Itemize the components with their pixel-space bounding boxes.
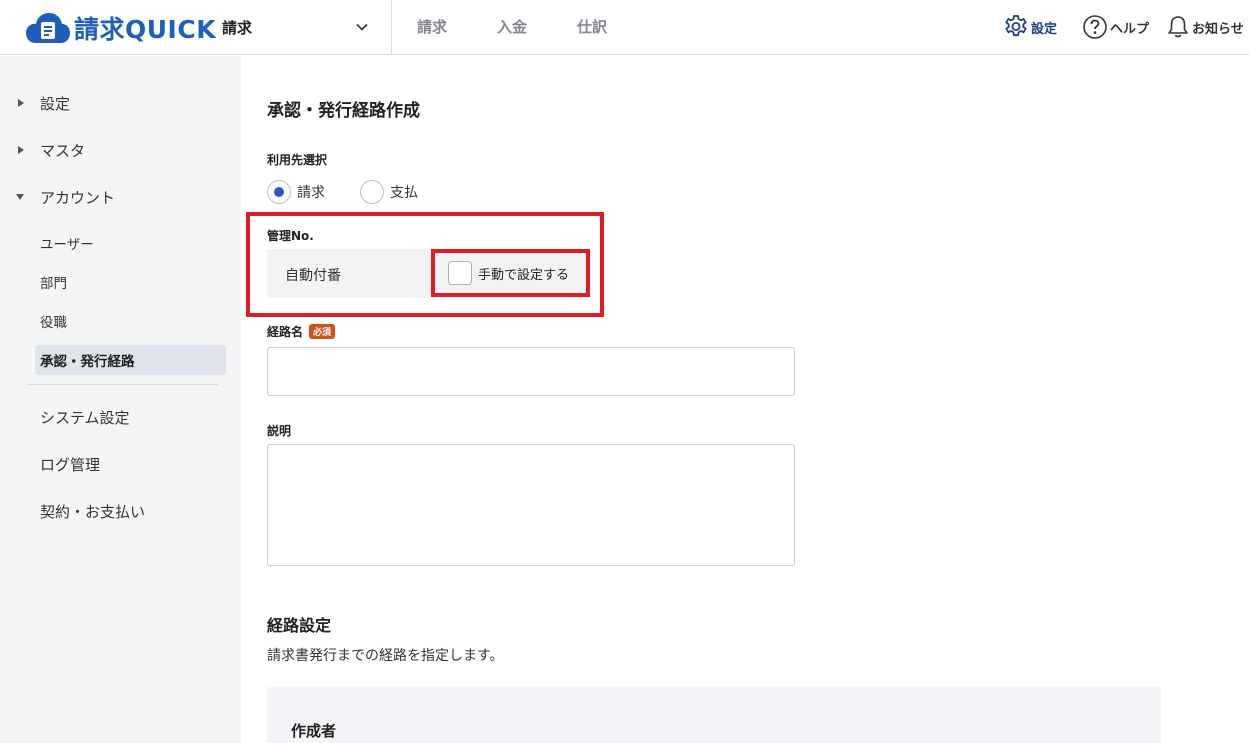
cloud-document-icon xyxy=(26,13,70,43)
sidebar-item-approval-routes[interactable]: 承認・発行経路 xyxy=(35,345,226,375)
module-select[interactable]: 請求 xyxy=(222,13,372,41)
sidebar-divider xyxy=(27,384,218,385)
sidebar: 設定 マスタ アカウント ユーザー 部門 役職 承認・発行経路 システム設定 ロ… xyxy=(0,56,241,743)
sidebar-item-positions[interactable]: 役職 xyxy=(35,306,226,336)
radio-label: 請求 xyxy=(297,185,325,201)
tab-invoice[interactable]: 請求 xyxy=(417,16,447,37)
chevron-down-icon xyxy=(356,23,368,31)
sidebar-item-contract-payment[interactable]: 契約・お支払い xyxy=(0,496,241,526)
logo-text: 請求QUICK xyxy=(74,15,217,44)
caret-down-icon xyxy=(16,194,24,200)
tab-payment-received[interactable]: 入金 xyxy=(497,16,527,37)
sidebar-item-system-settings[interactable]: システム設定 xyxy=(0,402,241,432)
tab-journal[interactable]: 仕訳 xyxy=(577,16,607,37)
module-select-value: 請求 xyxy=(222,18,253,37)
sidebar-group-account[interactable]: アカウント xyxy=(0,182,241,212)
manual-setting-checkbox[interactable]: 手動で設定する xyxy=(448,261,569,285)
usage-radio-payment[interactable]: 支払 xyxy=(360,180,418,204)
notifications-button[interactable]: お知らせ xyxy=(1166,12,1244,42)
sidebar-group-master[interactable]: マスタ xyxy=(0,135,241,165)
sidebar-item-label: 承認・発行経路 xyxy=(40,354,135,370)
description-textarea[interactable] xyxy=(267,444,795,566)
header-divider xyxy=(391,0,392,55)
usage-label: 利用先選択 xyxy=(267,153,328,167)
creator-panel-title: 作成者 xyxy=(291,722,337,740)
help-button[interactable]: ヘルプ xyxy=(1082,12,1149,42)
settings-button[interactable]: 設定 xyxy=(1003,12,1057,42)
gear-icon xyxy=(1005,15,1027,37)
help-icon xyxy=(1083,15,1107,39)
sidebar-item-label: システム設定 xyxy=(40,408,130,427)
sidebar-group-settings[interactable]: 設定 xyxy=(0,88,241,118)
caret-right-icon xyxy=(18,146,24,154)
sidebar-item-label: ログ管理 xyxy=(40,455,101,474)
app-logo[interactable]: 請求QUICK xyxy=(26,11,216,45)
route-name-label-row: 経路名 必須 xyxy=(267,323,336,340)
page-title: 承認・発行経路作成 xyxy=(267,101,420,121)
sidebar-group-label: マスタ xyxy=(40,141,86,160)
sidebar-item-label: 役職 xyxy=(40,315,67,331)
auto-number-text: 自動付番 xyxy=(285,268,341,284)
radio-label: 支払 xyxy=(390,185,418,201)
manual-setting-label: 手動で設定する xyxy=(478,267,570,283)
sidebar-group-label: 設定 xyxy=(40,94,71,113)
management-no-label: 管理No. xyxy=(267,229,314,243)
sidebar-group-label: アカウント xyxy=(40,188,116,207)
route-name-input[interactable] xyxy=(267,347,795,396)
sidebar-item-users[interactable]: ユーザー xyxy=(35,228,226,258)
sidebar-item-log-management[interactable]: ログ管理 xyxy=(0,449,241,479)
sidebar-item-label: 契約・お支払い xyxy=(40,502,146,521)
route-settings-description: 請求書発行までの経路を指定します。 xyxy=(267,648,504,664)
checkbox-icon xyxy=(448,261,472,285)
route-name-label: 経路名 xyxy=(267,325,304,339)
creator-panel: 作成者 xyxy=(267,687,1161,743)
radio-unselected-icon xyxy=(360,180,384,204)
help-label: ヘルプ xyxy=(1110,21,1150,37)
sidebar-item-departments[interactable]: 部門 xyxy=(35,267,226,297)
caret-right-icon xyxy=(18,99,24,107)
settings-label: 設定 xyxy=(1031,21,1058,37)
radio-selected-icon xyxy=(267,180,291,204)
route-settings-title: 経路設定 xyxy=(267,616,332,635)
notifications-label: お知らせ xyxy=(1192,21,1244,37)
required-badge: 必須 xyxy=(309,324,336,339)
sidebar-item-label: ユーザー xyxy=(40,237,94,253)
main-content: 承認・発行経路作成 利用先選択 請求 支払 管理No. 自動付番 手動で設定する… xyxy=(241,56,1249,743)
top-header: 請求QUICK 請求 請求 入金 仕訳 設定 ヘルプ お知らせ xyxy=(0,0,1249,55)
sidebar-item-label: 部門 xyxy=(40,276,67,292)
usage-radio-invoice[interactable]: 請求 xyxy=(267,180,325,204)
bell-icon xyxy=(1168,16,1188,38)
description-label: 説明 xyxy=(267,424,292,438)
